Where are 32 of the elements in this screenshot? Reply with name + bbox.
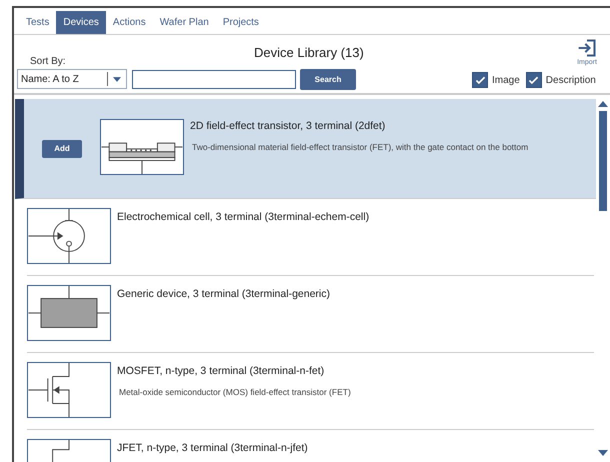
device-name: Generic device, 3 terminal (3terminal-generic) bbox=[117, 287, 330, 302]
caret-icon bbox=[113, 76, 121, 82]
tab[interactable]: Projects bbox=[216, 11, 266, 34]
add-button[interactable]: Add bbox=[42, 140, 82, 158]
device-row[interactable]: Generic device, 3 terminal (3terminal-generic) bbox=[27, 276, 594, 353]
device-row[interactable]: Add 2D field-effect transistor, 3 terminal (2dfet) Two-dimensional material field-effect transistor (FET), with the gate contact on the bottom bbox=[15, 99, 596, 199]
device-description: Two-dimensional material field-effect transistor (FET), with the gate contact on the bottom bbox=[191, 140, 528, 154]
search-field[interactable] bbox=[132, 70, 296, 89]
device-name: MOSFET, n-type, 3 terminal (3terminal-n-fet) bbox=[117, 364, 326, 379]
checkbox-label: Image bbox=[492, 74, 520, 88]
checkbox[interactable] bbox=[472, 72, 488, 88]
sort-dropdown[interactable]: Name: A to Z bbox=[17, 69, 127, 89]
page-title: Device Library (13) bbox=[254, 44, 364, 62]
tab[interactable]: Wafer Plan bbox=[152, 11, 216, 34]
scrollbar-thumb[interactable] bbox=[599, 111, 607, 211]
scroll-up-icon[interactable] bbox=[598, 101, 608, 107]
checkbox-label: Description bbox=[546, 74, 596, 88]
device-description: Metal-oxide semiconductor (MOS) field-effect transistor (FET) bbox=[118, 386, 351, 398]
device-row[interactable]: JFET, n-type, 3 terminal (3terminal-n-jfet) bbox=[27, 430, 594, 462]
device-name: 2D field-effect transistor, 3 terminal (2dfet) bbox=[190, 119, 386, 134]
scroll-down-icon[interactable] bbox=[598, 450, 608, 456]
import-icon[interactable] bbox=[576, 38, 598, 58]
tab[interactable]: Devices bbox=[56, 11, 106, 34]
search-button[interactable]: Search bbox=[300, 69, 356, 90]
device-row[interactable]: Electrochemical cell, 3 terminal (3terminal-echem-cell) bbox=[27, 199, 594, 276]
sort-label: Sort By: bbox=[30, 55, 66, 69]
checkbox[interactable] bbox=[526, 72, 542, 88]
device-name: Electrochemical cell, 3 terminal (3terminal-echem-cell) bbox=[117, 210, 370, 225]
device-name: JFET, n-type, 3 terminal (3terminal-n-jfet) bbox=[117, 441, 308, 456]
tab[interactable]: Actions bbox=[106, 11, 153, 34]
tab[interactable]: Tests bbox=[19, 11, 56, 34]
device-row[interactable]: MOSFET, n-type, 3 terminal (3terminal-n-fet) Metal-oxide semiconductor (MOS) field-effect transistor (FET) bbox=[27, 353, 594, 430]
